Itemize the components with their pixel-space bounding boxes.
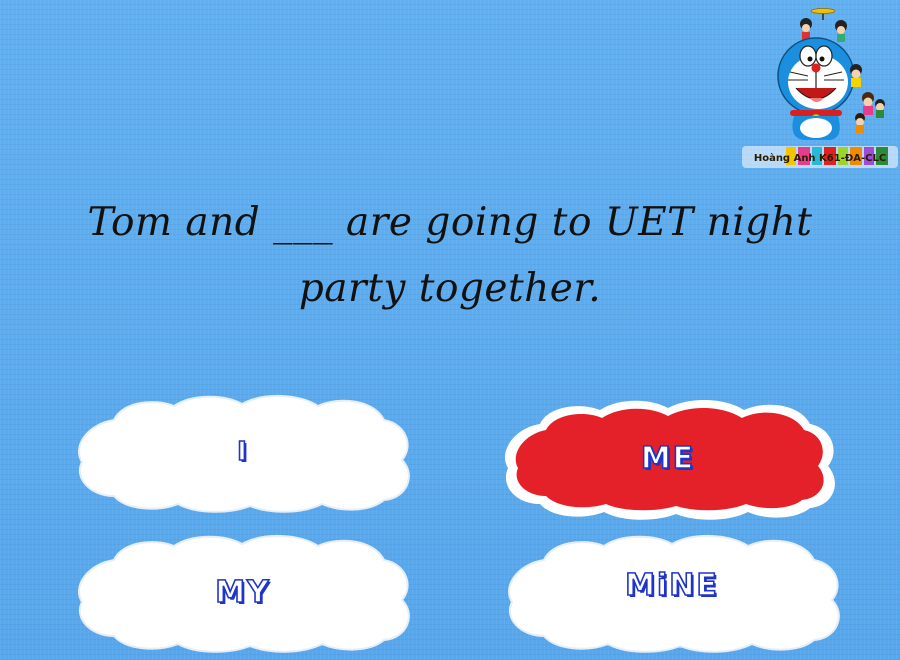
- logo-caption-text: Hoàng Anh K61-ĐA-CLC: [754, 152, 886, 164]
- answer-label: MiNE: [624, 567, 719, 604]
- game-screen: Hoàng Anh K61-ĐA-CLC Tom and ___ are goi…: [0, 0, 900, 660]
- answer-option-i[interactable]: I: [74, 390, 412, 514]
- question-line-1: Tom and ___ are going to UET night: [87, 200, 813, 245]
- answer-label: I: [236, 436, 249, 468]
- question-text: Tom and ___ are going to UET night party…: [30, 190, 870, 322]
- answer-option-my[interactable]: MY: [74, 530, 412, 654]
- answer-option-mine[interactable]: MiNE: [504, 530, 840, 654]
- answer-label: MY: [214, 574, 271, 611]
- doraemon-logo-icon: Hoàng Anh K61-ĐA-CLC: [738, 6, 900, 174]
- question-line-2: party together.: [298, 266, 602, 311]
- answer-option-me[interactable]: ME: [500, 394, 836, 522]
- answer-label: ME: [640, 440, 696, 477]
